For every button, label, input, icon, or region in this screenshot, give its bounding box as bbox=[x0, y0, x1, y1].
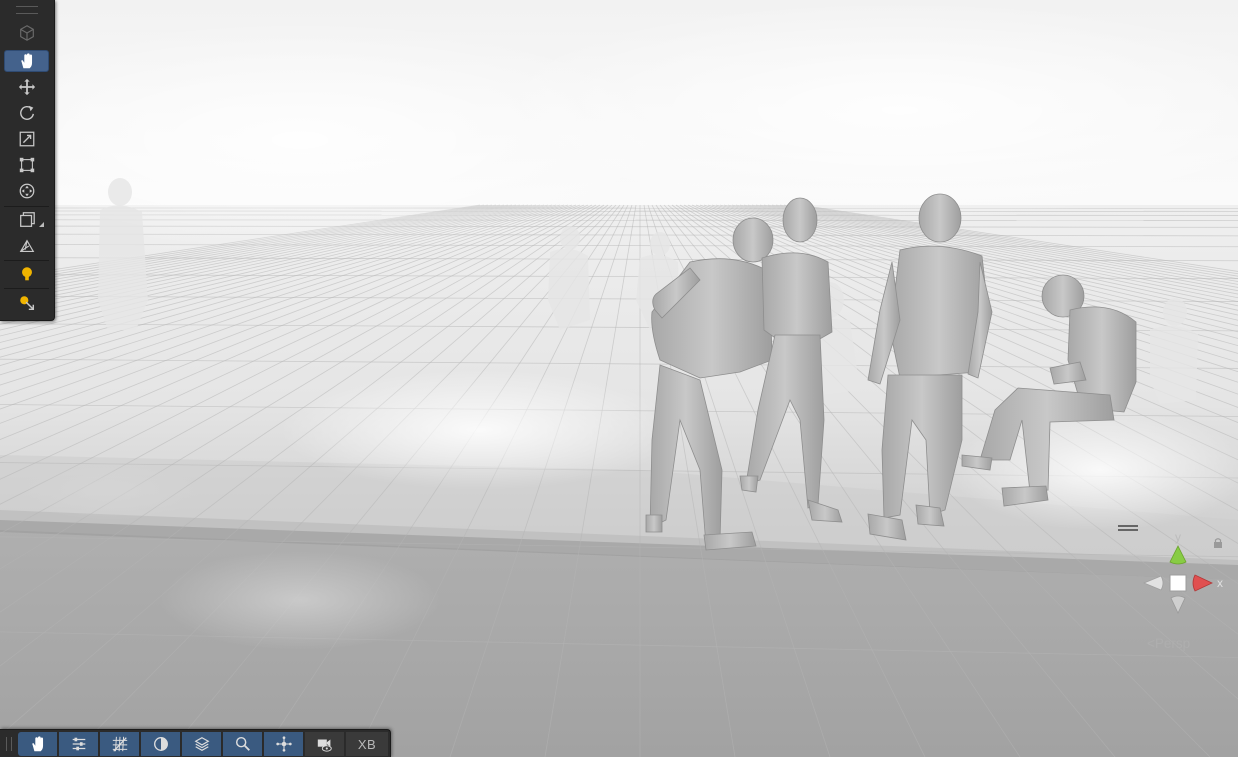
settings-button[interactable] bbox=[59, 732, 99, 756]
rotate-icon bbox=[19, 105, 34, 120]
rect-transform-icon bbox=[19, 157, 34, 173]
gizmo-center-cube[interactable] bbox=[1169, 574, 1187, 592]
pan-button[interactable] bbox=[18, 732, 58, 756]
light-probe-icon bbox=[19, 296, 34, 311]
wireframe-icon bbox=[19, 239, 34, 252]
scene-render bbox=[0, 0, 1238, 757]
gizmo-neg-y-cone[interactable] bbox=[1170, 595, 1186, 614]
gizmo-x-label: x bbox=[1217, 576, 1223, 590]
transform-icon bbox=[19, 183, 34, 199]
search-icon bbox=[235, 736, 250, 751]
lighting-toggle-button[interactable] bbox=[4, 263, 49, 285]
pivot-icon bbox=[275, 736, 292, 752]
shaded-box-icon bbox=[19, 212, 35, 227]
gizmo-x-cone[interactable] bbox=[1192, 574, 1213, 592]
tools-overlay bbox=[0, 0, 55, 321]
grid-button[interactable] bbox=[100, 732, 140, 756]
toolbar-separator bbox=[4, 288, 49, 289]
view-mode-button[interactable] bbox=[4, 235, 49, 257]
toolbar-separator bbox=[4, 260, 49, 261]
layers-button[interactable] bbox=[182, 732, 222, 756]
rotate-tool-button[interactable] bbox=[4, 102, 49, 124]
search-button[interactable] bbox=[223, 732, 263, 756]
camera-button[interactable] bbox=[305, 732, 345, 756]
hand-icon bbox=[31, 736, 43, 752]
rect-tool-button[interactable] bbox=[4, 154, 49, 176]
pivot-button[interactable] bbox=[264, 732, 304, 756]
xr-label: XB bbox=[357, 736, 377, 752]
move-tool-button[interactable] bbox=[4, 76, 49, 98]
scale-tool-button[interactable] bbox=[4, 128, 49, 150]
xr-button[interactable]: XB bbox=[346, 732, 388, 756]
layers-icon bbox=[194, 737, 209, 751]
gizmo-y-label: y bbox=[1175, 530, 1181, 544]
projection-label: Persp bbox=[1154, 636, 1191, 651]
lightbulb-icon bbox=[21, 267, 32, 281]
cube-icon bbox=[19, 25, 34, 41]
sliders-icon bbox=[72, 737, 85, 751]
gizmo-y-cone[interactable] bbox=[1169, 545, 1187, 565]
view-options-button[interactable] bbox=[4, 22, 49, 44]
move-arrows-icon bbox=[18, 78, 35, 96]
transform-tool-button[interactable] bbox=[4, 180, 49, 202]
scene-viewport[interactable]: y x <Persp XB bbox=[0, 0, 1238, 757]
camera-eye-icon bbox=[317, 739, 332, 752]
light-probe-button[interactable] bbox=[4, 292, 49, 314]
bottom-overlay-toolbar: XB bbox=[0, 729, 391, 757]
bottom-toolbar-drag-handle[interactable] bbox=[6, 737, 12, 751]
dropdown-corner-icon bbox=[39, 222, 44, 227]
hand-icon bbox=[20, 53, 32, 69]
draw-mode-button[interactable] bbox=[4, 209, 49, 231]
projection-arrow: < bbox=[1147, 636, 1155, 651]
scale-icon bbox=[19, 131, 34, 147]
projection-toggle[interactable]: <Persp bbox=[1147, 636, 1190, 651]
shading-button[interactable] bbox=[141, 732, 181, 756]
view-tool-button[interactable] bbox=[4, 50, 49, 72]
grid-icon bbox=[112, 736, 127, 752]
gizmo-neg-x-cone[interactable] bbox=[1142, 575, 1164, 591]
toolbar-drag-handle[interactable] bbox=[16, 6, 38, 14]
half-circle-icon bbox=[153, 737, 168, 751]
toolbar-separator bbox=[4, 206, 49, 207]
